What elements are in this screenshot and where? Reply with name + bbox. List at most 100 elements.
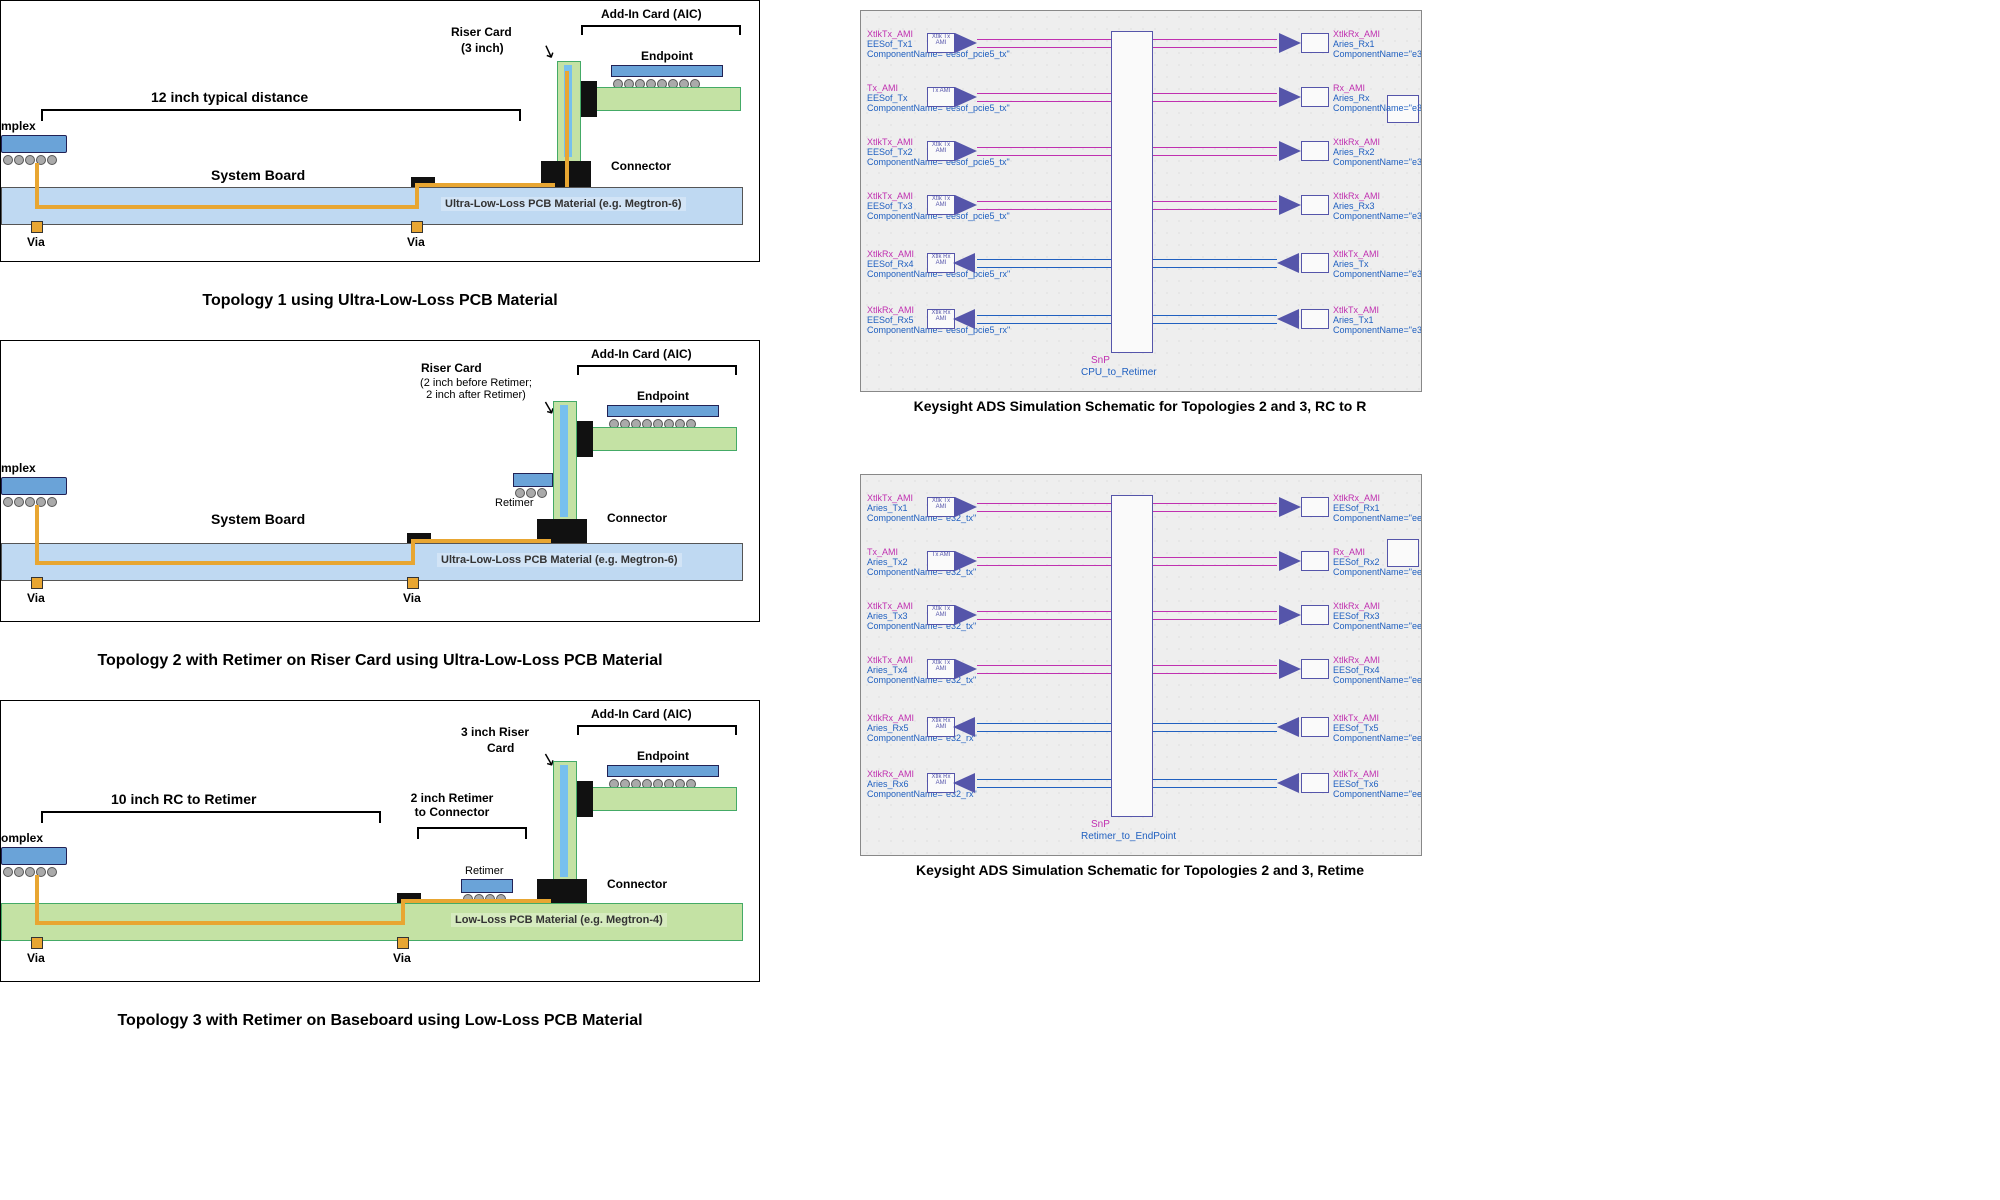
- root-complex-label: omplex: [1, 831, 43, 845]
- snp-name: Retimer_to_EndPoint: [1081, 831, 1176, 842]
- rx-row-label: XtlkTx_AMIEESof_Tx5ComponentName="ee: [1333, 713, 1422, 743]
- dist1-brace: [41, 811, 381, 823]
- dist2-label: 2 inch Retimer to Connector: [387, 791, 517, 819]
- trace-riser: [565, 71, 569, 187]
- material-label: Ultra-Low-Loss PCB Material (e.g. Megtro…: [437, 553, 682, 567]
- riser-label-2: Card: [487, 741, 514, 755]
- endpoint-label: Endpoint: [637, 749, 689, 763]
- amp-triangle-icon: [953, 253, 975, 273]
- root-complex-chip: [1, 847, 67, 865]
- rx-amp-icon: Xtlk Rx AMI: [927, 253, 955, 273]
- trace-h2: [411, 539, 551, 543]
- wire: [977, 779, 1111, 780]
- wire: [1153, 47, 1277, 48]
- rx-amp-icon: Xtlk Rx AMI: [927, 309, 955, 329]
- amp-triangle-icon: [1277, 309, 1299, 329]
- wire: [1153, 611, 1277, 612]
- wire: [1153, 101, 1277, 102]
- connector-label: Connector: [607, 511, 667, 525]
- via-1: [31, 221, 43, 233]
- wire: [1153, 503, 1277, 504]
- aic-brace: [577, 725, 737, 737]
- amp-triangle-icon: [1279, 87, 1301, 107]
- wire: [977, 723, 1111, 724]
- rx-amp-icon: [1301, 33, 1329, 53]
- tx-amp-icon: Xtlk Tx AMI: [927, 33, 955, 53]
- material-label: Low-Loss PCB Material (e.g. Megtron-4): [451, 913, 667, 927]
- wire: [1153, 673, 1277, 674]
- via-1: [31, 937, 43, 949]
- via-label-1: Via: [27, 591, 45, 605]
- wire: [1153, 209, 1277, 210]
- trace-v1: [35, 875, 39, 925]
- tx-amp-icon: Xtlk Tx AMI: [927, 497, 955, 517]
- aic-label: Add-In Card (AIC): [591, 707, 692, 721]
- rx-row-label: Rx_AMIEESof_Rx2ComponentName="ee: [1333, 547, 1422, 577]
- wire: [977, 209, 1111, 210]
- connector-label: Connector: [611, 159, 671, 173]
- via-2: [411, 221, 423, 233]
- wire: [1153, 259, 1277, 260]
- root-complex-balls: [3, 153, 58, 161]
- rx-row-label: Rx_AMIAries_RxComponentName="e32: [1333, 83, 1422, 113]
- rx-row-label: XtlkRx_AMIAries_Rx3ComponentName="e32: [1333, 191, 1422, 221]
- root-complex-label: mplex: [1, 119, 36, 133]
- rx-row-label: XtlkRx_AMIAries_Rx1ComponentName="e32: [1333, 29, 1422, 59]
- aic-brace: [577, 365, 737, 377]
- wire: [977, 315, 1111, 316]
- retimer-chip: [513, 473, 553, 487]
- endpoint-balls: [609, 777, 697, 785]
- wire: [977, 259, 1111, 260]
- snp-label: SnP: [1091, 355, 1110, 366]
- via-2: [397, 937, 409, 949]
- amp-triangle-icon: [1279, 659, 1301, 679]
- riser-label: Riser Card: [421, 361, 482, 375]
- wire: [1153, 779, 1277, 780]
- amp-triangle-icon: [953, 773, 975, 793]
- rx-amp-icon: [1301, 195, 1329, 215]
- schematic-2-caption: Keysight ADS Simulation Schematic for To…: [860, 862, 1420, 878]
- material-label: Ultra-Low-Loss PCB Material (e.g. Megtro…: [441, 197, 686, 211]
- wire: [1153, 565, 1277, 566]
- snp-block: [1111, 495, 1153, 817]
- amp-triangle-icon: [955, 87, 977, 107]
- tx-amp-icon: Xtlk Tx AMI: [927, 659, 955, 679]
- wire: [977, 267, 1111, 268]
- left-column: Add-In Card (AIC) Riser Card (3 inch) ↘ …: [0, 0, 760, 1030]
- amp-triangle-icon: [955, 141, 977, 161]
- via-label-1: Via: [27, 235, 45, 249]
- aic-label: Add-In Card (AIC): [591, 347, 692, 361]
- wire: [977, 731, 1111, 732]
- endpoint-chip: [607, 405, 719, 417]
- aic-brace: [581, 25, 741, 37]
- rx-row-label: XtlkRx_AMIAries_Rx2ComponentName="e3: [1333, 137, 1422, 167]
- page: Add-In Card (AIC) Riser Card (3 inch) ↘ …: [0, 0, 2000, 1200]
- trace-v2: [411, 543, 415, 565]
- wire: [977, 147, 1111, 148]
- amp-triangle-icon: [1279, 497, 1301, 517]
- amp-triangle-icon: [955, 195, 977, 215]
- amp-triangle-icon: [955, 497, 977, 517]
- rx-amp-icon: [1301, 497, 1329, 517]
- aic-label: Add-In Card (AIC): [601, 7, 702, 21]
- wire: [1153, 267, 1277, 268]
- rx-row-label: XtlkRx_AMIEESof_Rx4ComponentName="ee: [1333, 655, 1422, 685]
- wire: [977, 673, 1111, 674]
- amp-triangle-icon: [1279, 195, 1301, 215]
- wire: [1153, 147, 1277, 148]
- riser-label: Riser Card: [451, 25, 512, 39]
- topology-1-box: Add-In Card (AIC) Riser Card (3 inch) ↘ …: [0, 0, 760, 262]
- wire: [1153, 39, 1277, 40]
- root-complex-balls: [3, 865, 58, 873]
- wire: [1153, 93, 1277, 94]
- endpoint-balls: [609, 417, 697, 425]
- wire: [977, 619, 1111, 620]
- topology-2-caption: Topology 2 with Retimer on Riser Card us…: [0, 652, 760, 670]
- wire: [977, 611, 1111, 612]
- amp-triangle-icon: [1277, 253, 1299, 273]
- dist1-label: 10 inch RC to Retimer: [111, 791, 256, 807]
- wire: [1153, 315, 1277, 316]
- tx-amp-icon: Xtlk Tx AMI: [927, 195, 955, 215]
- rx-row-label: XtlkRx_AMIEESof_Rx3ComponentName="ee: [1333, 601, 1422, 631]
- amp-triangle-icon: [1279, 605, 1301, 625]
